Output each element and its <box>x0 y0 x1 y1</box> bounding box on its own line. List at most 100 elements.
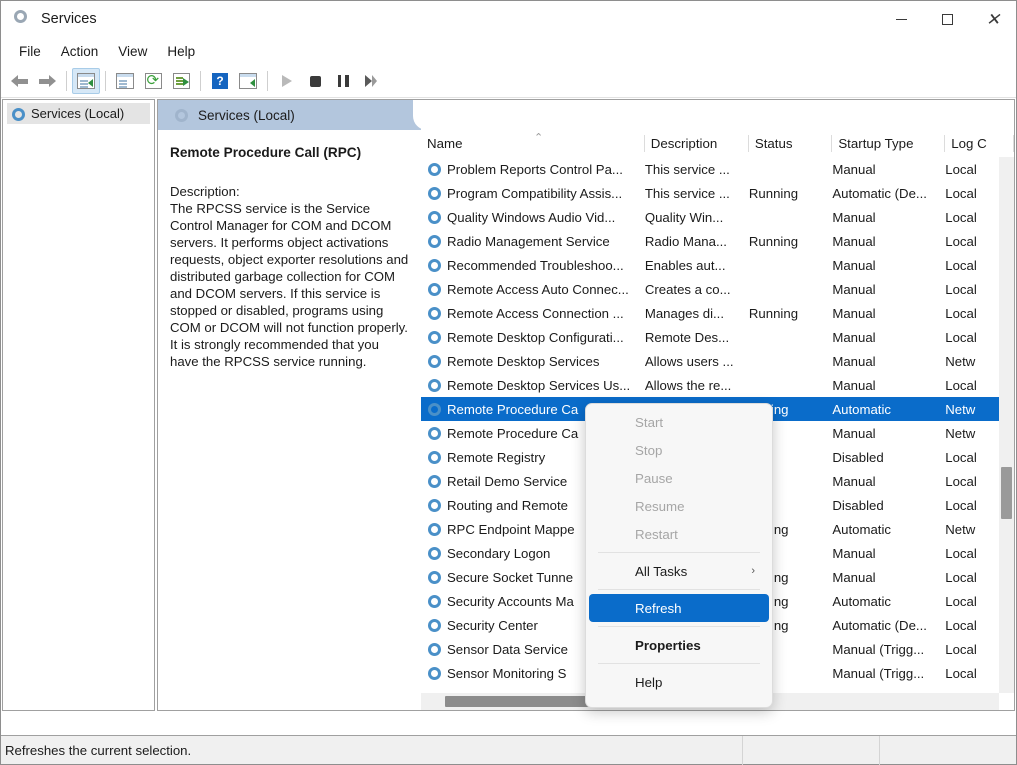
service-startup-cell: Automatic (De... <box>832 186 945 201</box>
service-status-cell: Running <box>749 186 832 201</box>
context-menu-item-label: Stop <box>635 443 662 458</box>
service-name-cell: Radio Management Service <box>421 234 645 249</box>
service-name-label: Routing and Remote <box>447 498 568 513</box>
sidebar-item-services-local[interactable]: Services (Local) <box>7 103 150 124</box>
description-text: The RPCSS service is the Service Control… <box>170 200 409 370</box>
list-vertical-scrollbar[interactable] <box>999 157 1014 693</box>
stop-icon <box>310 76 321 87</box>
context-menu-separator <box>598 626 760 627</box>
service-name-cell: Remote Desktop Services <box>421 354 645 369</box>
services-gear-icon <box>427 498 441 512</box>
table-row[interactable]: Remote Desktop ServicesAllows users ...M… <box>421 349 1014 373</box>
menu-action[interactable]: Action <box>51 41 109 62</box>
window-title: Services <box>41 11 97 27</box>
status-bar: Refreshes the current selection. <box>1 735 1016 764</box>
show-action-pane-button[interactable] <box>234 68 262 94</box>
service-description-cell: This service ... <box>645 186 749 201</box>
services-window: Services ✕ File Action View Help ? <box>0 0 1017 765</box>
minimize-button[interactable] <box>878 1 924 37</box>
refresh-button[interactable] <box>139 68 167 94</box>
service-detail-title: Remote Procedure Call (RPC) <box>170 144 409 161</box>
context-menu-item-pause: Pause <box>589 464 769 492</box>
column-header-description[interactable]: Description <box>645 130 749 157</box>
column-header-log-on-as[interactable]: Log C <box>945 130 1014 157</box>
restart-service-button[interactable] <box>357 68 385 94</box>
menu-view[interactable]: View <box>108 41 157 62</box>
service-description-cell: Remote Des... <box>645 330 749 345</box>
console-tree-icon <box>77 73 95 89</box>
services-gear-icon <box>174 108 188 122</box>
service-description-cell: Allows the re... <box>645 378 749 393</box>
window-controls: ✕ <box>878 1 1016 37</box>
services-gear-icon <box>427 402 441 416</box>
service-startup-cell: Manual <box>832 546 945 561</box>
service-name-label: Sensor Data Service <box>447 642 568 657</box>
service-startup-cell: Manual <box>832 210 945 225</box>
table-row[interactable]: Radio Management ServiceRadio Mana...Run… <box>421 229 1014 253</box>
start-service-button[interactable] <box>273 68 301 94</box>
export-list-button[interactable] <box>167 68 195 94</box>
context-menu-item-label: Properties <box>635 638 701 653</box>
context-menu-item-help[interactable]: Help <box>589 668 769 696</box>
services-gear-icon <box>427 210 441 224</box>
context-menu-item-label: Pause <box>635 471 673 486</box>
context-menu-separator <box>598 552 760 553</box>
maximize-button[interactable] <box>924 1 970 37</box>
table-row[interactable]: Program Compatibility Assis... This servi… <box>421 181 1014 205</box>
pause-service-button[interactable] <box>329 68 357 94</box>
window-body: Services (Local) Services (Local) Remote… <box>1 98 1016 735</box>
table-row[interactable]: Remote Access Connection ...Manages di..… <box>421 301 1014 325</box>
service-startup-cell: Manual <box>832 378 945 393</box>
table-row[interactable]: Remote Desktop Services Us...Allows the … <box>421 373 1014 397</box>
service-name-label: RPC Endpoint Mappe <box>447 522 575 537</box>
context-menu-item-all-tasks[interactable]: All Tasks› <box>589 557 769 585</box>
services-gear-icon <box>427 426 441 440</box>
context-menu-item-properties[interactable]: Properties <box>589 631 769 659</box>
context-menu-item-label: Refresh <box>635 601 682 616</box>
column-header-name[interactable]: Name ⌃ <box>421 130 645 157</box>
table-row[interactable]: Remote Desktop Configurati...Remote Des.… <box>421 325 1014 349</box>
status-bar-text: Refreshes the current selection. <box>1 743 742 758</box>
service-name-cell: Quality Windows Audio Vid... <box>421 210 645 225</box>
toolbar-separator <box>66 71 67 91</box>
vertical-scroll-thumb[interactable] <box>1001 467 1012 519</box>
stop-service-button[interactable] <box>301 68 329 94</box>
table-row[interactable]: Problem Reports Control Pa...This servic… <box>421 157 1014 181</box>
toolbar-separator <box>200 71 201 91</box>
service-startup-cell: Manual (Trigg... <box>832 642 945 657</box>
back-button[interactable] <box>5 68 33 94</box>
forward-button[interactable] <box>33 68 61 94</box>
column-header-startup-type[interactable]: Startup Type <box>832 130 945 157</box>
menu-help[interactable]: Help <box>157 41 205 62</box>
menu-file[interactable]: File <box>9 41 51 62</box>
close-button[interactable]: ✕ <box>970 1 1016 37</box>
title-bar: Services ✕ <box>1 1 1016 37</box>
table-row[interactable]: Recommended Troubleshoo...Enables aut...… <box>421 253 1014 277</box>
show-hide-console-tree-button[interactable] <box>72 68 100 94</box>
toolbar-separator <box>105 71 106 91</box>
service-description-cell: Quality Win... <box>645 210 749 225</box>
service-name-label: Program Compatibility Assis... <box>447 186 622 201</box>
table-row[interactable]: Remote Access Auto Connec...Creates a co… <box>421 277 1014 301</box>
service-name-cell: Problem Reports Control Pa... <box>421 162 645 177</box>
properties-button[interactable] <box>111 68 139 94</box>
list-column-headers: Name ⌃ Description Status Startup Type L… <box>421 130 1014 157</box>
services-gear-icon <box>427 306 441 320</box>
services-gear-icon <box>13 9 33 29</box>
service-name-label: Remote Desktop Services <box>447 354 599 369</box>
service-name-label: Radio Management Service <box>447 234 610 249</box>
pane-header-label: Services (Local) <box>198 108 295 123</box>
column-header-status[interactable]: Status <box>749 130 832 157</box>
service-startup-cell: Manual <box>832 162 945 177</box>
service-name-label: Secure Socket Tunne <box>447 570 573 585</box>
service-name-label: Remote Access Auto Connec... <box>447 282 629 297</box>
service-startup-cell: Manual <box>832 258 945 273</box>
service-startup-cell: Automatic <box>832 522 945 537</box>
service-startup-cell: Manual <box>832 426 945 441</box>
table-row[interactable]: Quality Windows Audio Vid...Quality Win.… <box>421 205 1014 229</box>
step-forward-icon <box>365 75 378 87</box>
service-description-cell: Enables aut... <box>645 258 749 273</box>
context-menu-item-refresh[interactable]: Refresh <box>589 594 769 622</box>
service-startup-cell: Automatic <box>832 594 945 609</box>
help-button[interactable]: ? <box>206 68 234 94</box>
